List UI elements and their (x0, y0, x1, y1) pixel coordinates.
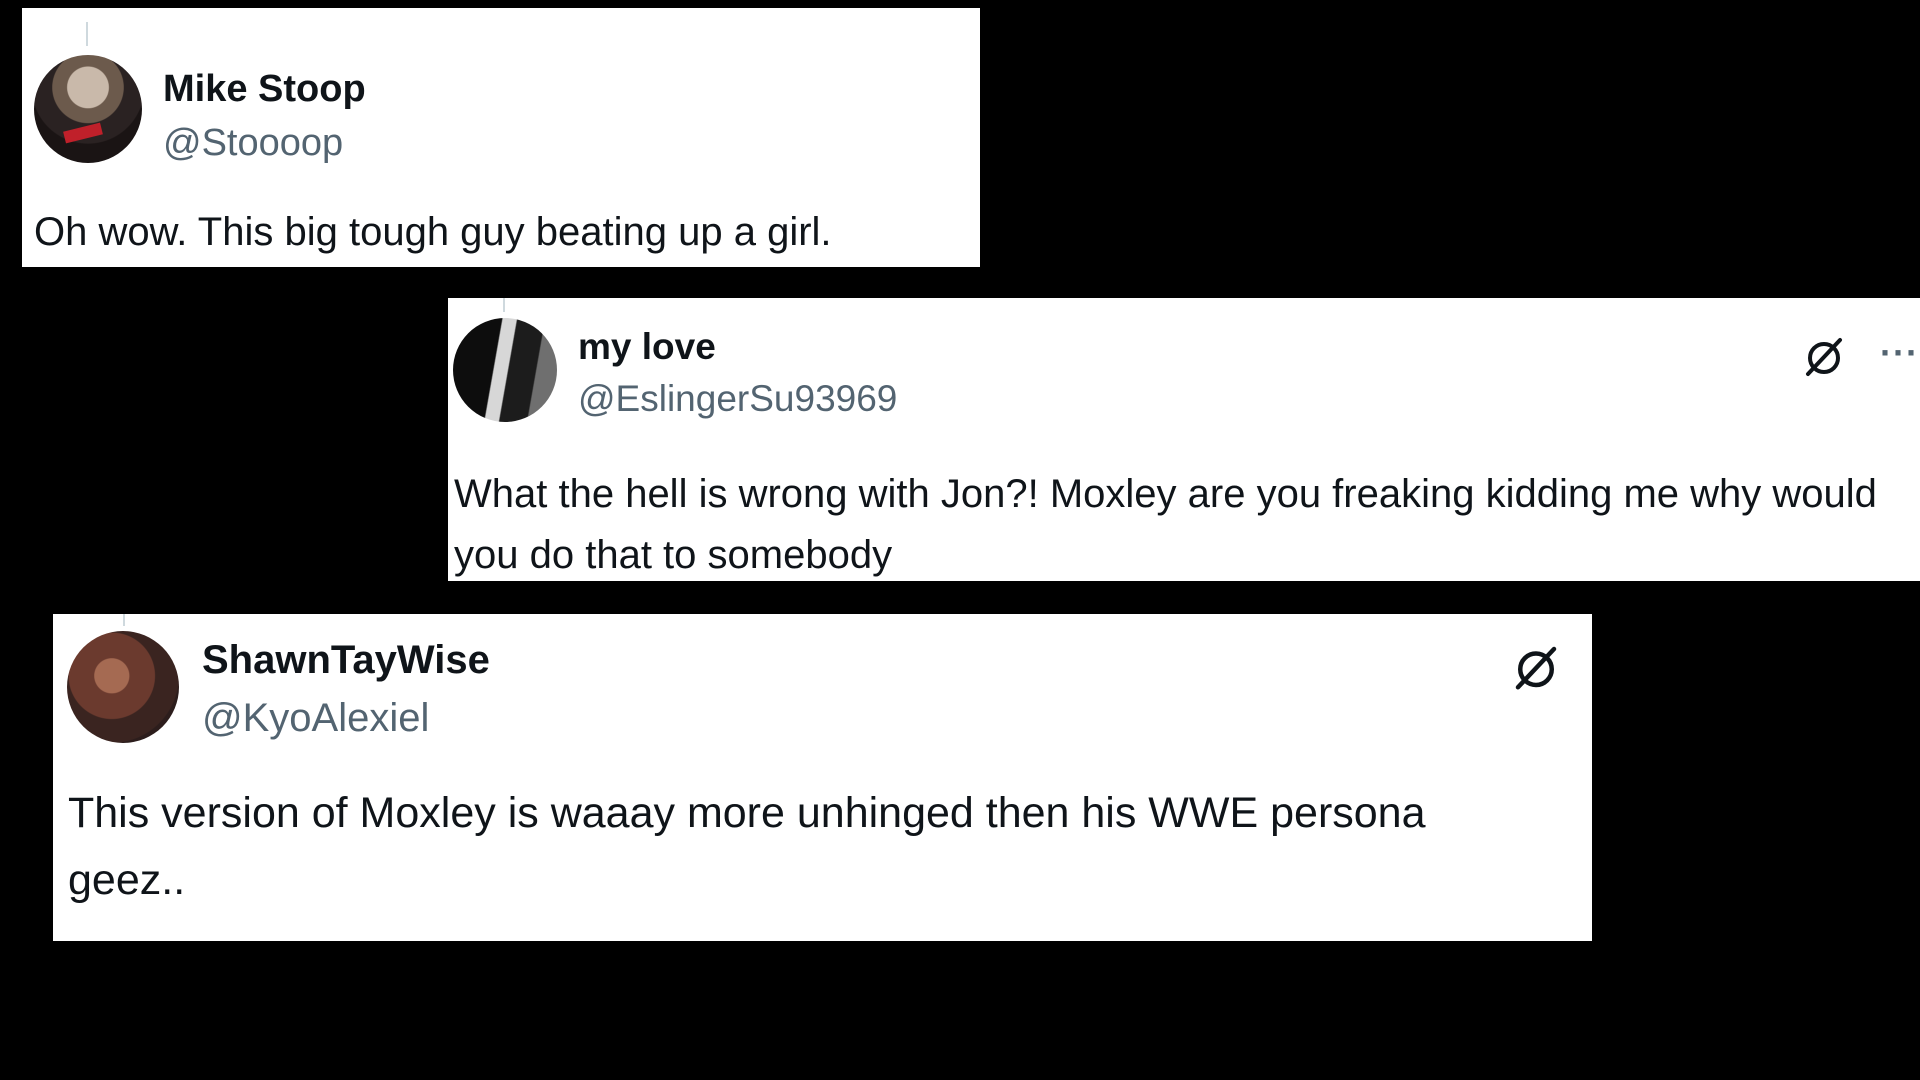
thread-connector (86, 22, 88, 46)
screenshot-canvas: Mike Stoop @Stoooop Oh wow. This big tou… (0, 0, 1920, 1080)
tweet-text: Oh wow. This big tough guy beating up a … (34, 210, 832, 254)
tweet-text: What the hell is wrong with Jon?! Moxley… (454, 472, 1877, 577)
grok-icon[interactable] (1509, 640, 1563, 694)
tweet-text: This version of Moxley is waaay more unh… (68, 789, 1426, 904)
user-handle[interactable]: @KyoAlexiel (202, 696, 429, 741)
avatar[interactable] (34, 55, 142, 163)
tweet-card[interactable]: my love @EslingerSu93969 ··· What the he… (448, 298, 1920, 581)
user-handle[interactable]: @Stoooop (163, 122, 343, 165)
thread-connector (123, 614, 125, 626)
thread-connector (503, 298, 505, 312)
tweet-card[interactable]: Mike Stoop @Stoooop Oh wow. This big tou… (22, 8, 980, 267)
more-options-icon[interactable]: ··· (1880, 332, 1919, 374)
display-name[interactable]: ShawnTayWise (202, 638, 490, 683)
avatar-jersey-detail (63, 122, 103, 144)
tweet-card[interactable]: ShawnTayWise @KyoAlexiel This version of… (53, 614, 1592, 941)
display-name[interactable]: Mike Stoop (163, 68, 366, 111)
avatar[interactable] (453, 318, 557, 422)
display-name[interactable]: my love (578, 326, 716, 368)
avatar[interactable] (67, 631, 179, 743)
grok-icon[interactable] (1800, 332, 1848, 380)
user-handle[interactable]: @EslingerSu93969 (578, 378, 897, 420)
